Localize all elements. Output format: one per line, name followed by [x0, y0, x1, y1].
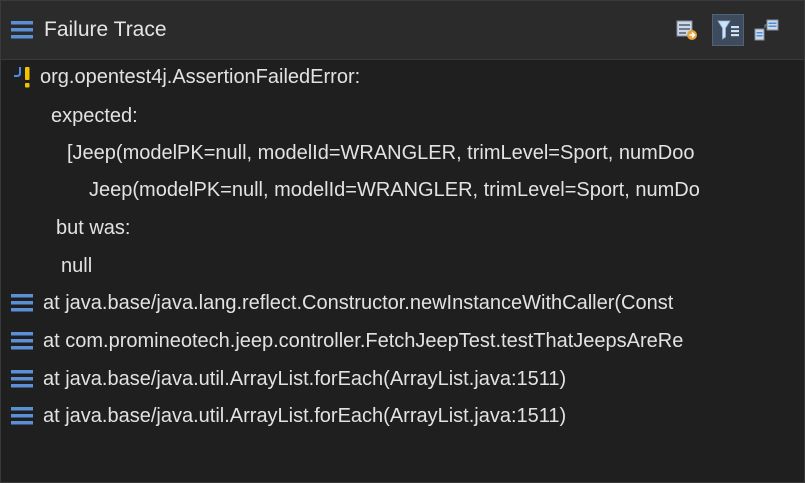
view-title: Failure Trace	[44, 18, 167, 41]
stack-frame-icon	[11, 332, 33, 350]
copy-trace-button[interactable]	[751, 14, 783, 46]
stack-frame-row[interactable]: at java.base/java.util.ArrayList.forEach…	[1, 399, 804, 433]
stack-frame-text: at java.base/java.util.ArrayList.forEach…	[43, 405, 567, 427]
trace-error-line[interactable]: org.opentest4j.AssertionFailedError:	[1, 60, 804, 94]
failure-trace-panel: Failure Trace org.opentest4j.AssertionFa…	[0, 0, 805, 483]
error-class-text: org.opentest4j.AssertionFailedError:	[40, 66, 361, 88]
assertion-failure-icon	[14, 67, 30, 88]
stack-frame-icon	[11, 370, 33, 388]
filter-stack-trace-button[interactable]	[712, 14, 744, 46]
trace-message-line: [Jeep(modelPK=null, modelId=WRANGLER, tr…	[67, 142, 695, 164]
stack-frame-row[interactable]: at java.base/java.util.ArrayList.forEach…	[1, 362, 804, 396]
compare-results-icon	[676, 20, 697, 40]
trace-message-line: null	[61, 255, 93, 277]
trace-content[interactable]: org.opentest4j.AssertionFailedError: exp…	[1, 60, 804, 482]
compare-results-button[interactable]	[671, 14, 703, 46]
stack-frame-icon	[11, 407, 33, 425]
stack-frame-row[interactable]: at java.base/java.lang.reflect.Construct…	[1, 286, 804, 320]
trace-message-line: expected:	[51, 105, 138, 127]
copy-trace-icon	[754, 19, 779, 41]
trace-message-line: but was:	[56, 217, 131, 239]
stack-frame-text: at com.promineotech.jeep.controller.Fetc…	[43, 330, 684, 352]
stack-frame-icon	[11, 294, 33, 312]
stack-trace-icon	[11, 21, 33, 39]
stack-frame-row[interactable]: at com.promineotech.jeep.controller.Fetc…	[1, 324, 804, 358]
filter-stack-trace-icon	[717, 20, 739, 40]
view-header: Failure Trace	[1, 1, 804, 60]
stack-frame-text: at java.base/java.lang.reflect.Construct…	[43, 292, 674, 314]
trace-message-line: Jeep(modelPK=null, modelId=WRANGLER, tri…	[89, 179, 700, 201]
stack-frame-text: at java.base/java.util.ArrayList.forEach…	[43, 368, 567, 390]
